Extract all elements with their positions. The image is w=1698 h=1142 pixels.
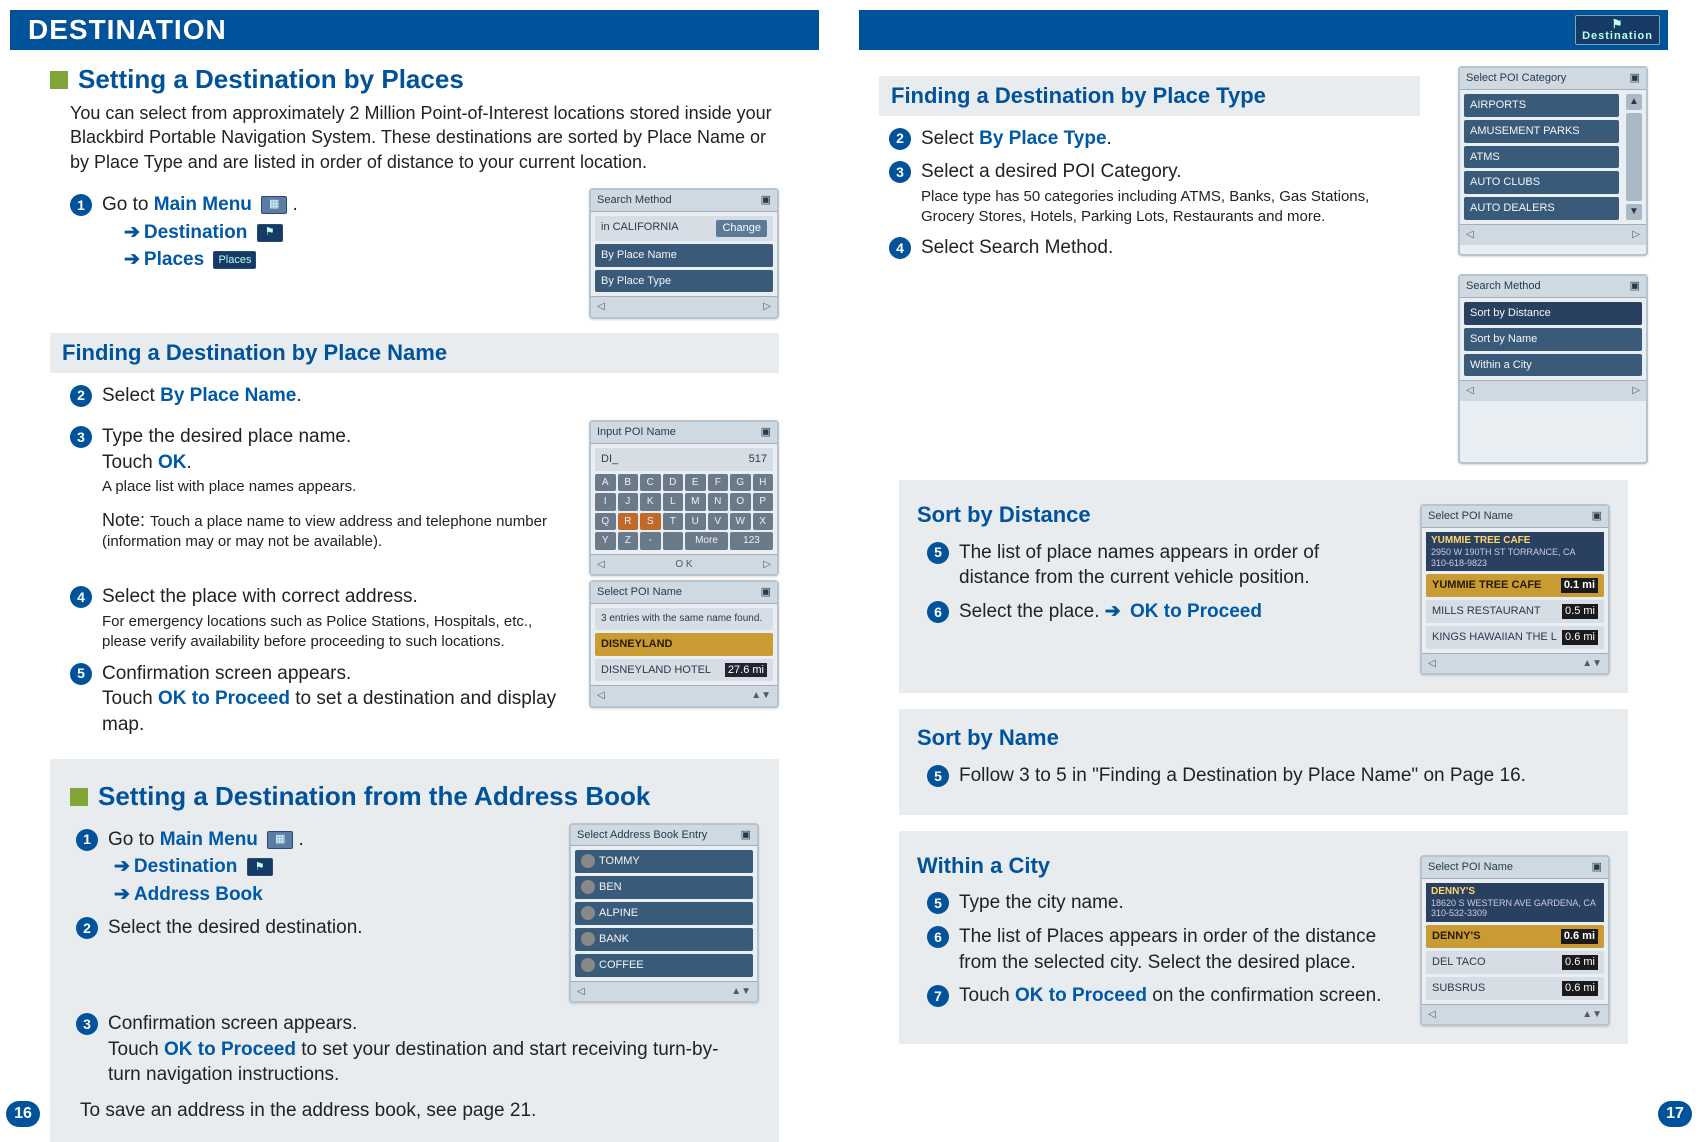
screenshot-poi-distance: Select POI Name▣ YUMMIE TREE CAFE 2950 W… — [1420, 504, 1610, 675]
step-bullet-2: 2 — [889, 128, 911, 150]
address-book-link: Address Book — [134, 884, 263, 905]
grid-icon: ▦ — [267, 831, 293, 849]
ab-step-bullet-1: 1 — [76, 829, 98, 851]
note-label: Note: — [102, 510, 150, 530]
destination-chip-icon: ⚑ — [247, 858, 273, 876]
page-left: DESTINATION Setting a Destination by Pla… — [10, 10, 819, 1131]
step-bullet-3: 3 — [889, 161, 911, 183]
step-bullet-4: 4 — [70, 586, 92, 608]
step5-line1: Confirmation screen appears. — [102, 661, 571, 687]
page-right: ⚑Destination Finding a Destination by Pl… — [859, 10, 1668, 1131]
subhead-place-name: Finding a Destination by Place Name — [50, 333, 779, 373]
ab-step-bullet-3: 3 — [76, 1013, 98, 1035]
step-bullet-1: 1 — [70, 194, 92, 216]
page-number-right: 17 — [1658, 1101, 1692, 1127]
destination-badge-icon: ⚑Destination — [1575, 15, 1660, 45]
places-chip-icon: Places — [213, 251, 256, 269]
ok-link: OK — [158, 452, 187, 473]
ab-step-bullet-2: 2 — [76, 917, 98, 939]
by-place-type-link: By Place Type — [979, 128, 1106, 149]
subhead-place-type: Finding a Destination by Place Type — [879, 76, 1420, 116]
screenshot-poi-category: Select POI Category▣ AIRPORTS AMUSEMENT … — [1458, 66, 1648, 256]
ab-footnote: To save an address in the address book, … — [80, 1098, 739, 1124]
places-link: Places — [144, 249, 204, 270]
step3-note: Touch a place name to view address and t… — [102, 513, 547, 550]
main-menu-link: Main Menu — [160, 829, 258, 850]
step-bullet-7: 7 — [927, 985, 949, 1007]
screenshot-select-poi: Select POI Name▣ 3 entries with the same… — [589, 580, 779, 708]
screenshot-poi-city: Select POI Name▣ DENNY'S 18620 S WESTERN… — [1420, 855, 1610, 1026]
section-marker-icon — [70, 788, 88, 806]
ab-step2: Select the desired destination. — [108, 915, 531, 941]
address-book-box: Setting a Destination from the Address B… — [50, 759, 779, 1141]
sort-by-distance-box: Sort by Distance 5 The list of place nam… — [899, 480, 1628, 693]
sort-by-name-box: Sort by Name 5 Follow 3 to 5 in "Finding… — [899, 709, 1628, 814]
ok-proceed-link: OK to Proceed — [1130, 601, 1262, 622]
ab-step3-l1: Confirmation screen appears. — [108, 1011, 739, 1037]
wc-step6: The list of Places appears in order of t… — [959, 924, 1382, 975]
r-step3-sub: Place type has 50 categories including A… — [921, 187, 1420, 228]
step-bullet-4: 4 — [889, 237, 911, 259]
by-place-name-link: By Place Name — [160, 385, 296, 406]
step-bullet-2: 2 — [70, 385, 92, 407]
step-bullet-5: 5 — [70, 663, 92, 685]
ok-proceed-link: OK to Proceed — [1015, 985, 1147, 1006]
arrow-icon: ➔ — [124, 222, 140, 243]
page-number-left: 16 — [6, 1101, 40, 1127]
destination-link: Destination — [144, 222, 247, 243]
destination-link: Destination — [134, 856, 237, 877]
step3-sub: A place list with place names appears. — [102, 477, 571, 497]
section-marker-icon — [50, 71, 68, 89]
sort-name-head: Sort by Name — [917, 723, 1610, 753]
within-city-head: Within a City — [917, 851, 1402, 881]
step-bullet-6: 6 — [927, 601, 949, 623]
within-city-box: Within a City 5 Type the city name. 6 Th… — [899, 831, 1628, 1044]
arrow-icon: ➔ — [124, 249, 140, 270]
keyboard: ABCDEFGH IJKLMNOP QRSTUVWX YZ-More123 — [595, 474, 773, 550]
step1-text: Go to Main Menu ▦ . — [102, 194, 298, 215]
step3-line1: Type the desired place name. — [102, 424, 571, 450]
grid-icon: ▦ — [261, 196, 287, 214]
sn-step5: Follow 3 to 5 in "Finding a Destination … — [959, 763, 1590, 789]
arrow-icon: ➔ — [1105, 601, 1121, 622]
right-header-bar: ⚑Destination — [859, 10, 1668, 50]
ok-proceed-link: OK to Proceed — [164, 1039, 296, 1060]
r-step3-l1: Select a desired POI Category. — [921, 159, 1420, 185]
step4-sub: For emergency locations such as Police S… — [102, 612, 571, 653]
step-bullet-3: 3 — [70, 426, 92, 448]
screenshot-input-poi: Input POI Name▣ DI_517 ABCDEFGH IJKLMNOP… — [589, 420, 779, 576]
main-menu-link: Main Menu — [154, 194, 252, 215]
screenshot-address-book: Select Address Book Entry▣ TOMMY BEN ALP… — [569, 823, 759, 1004]
destination-chip-icon: ⚑ — [257, 224, 283, 242]
wc-step5: Type the city name. — [959, 890, 1382, 916]
step-bullet-5: 5 — [927, 765, 949, 787]
sort-distance-head: Sort by Distance — [917, 500, 1402, 530]
step4-line1: Select the place with correct address. — [102, 584, 571, 610]
ok-proceed-link: OK to Proceed — [158, 688, 290, 709]
step-bullet-5: 5 — [927, 542, 949, 564]
screenshot-search-method: Search Method▣ in CALIFORNIAChange By Pl… — [589, 188, 779, 319]
intro-text: You can select from approximately 2 Mill… — [70, 101, 779, 174]
section-title-address-book: Setting a Destination from the Address B… — [98, 779, 650, 814]
screenshot-search-method-2: Search Method▣ Sort by Distance Sort by … — [1458, 274, 1648, 464]
step-bullet-6: 6 — [927, 926, 949, 948]
arrow-icon: ➔ — [114, 884, 130, 905]
destination-header: DESTINATION — [10, 10, 819, 50]
sd-step5: The list of place names appears in order… — [959, 540, 1382, 591]
section-title-places: Setting a Destination by Places — [78, 62, 464, 97]
r-step4: Select Search Method. — [921, 235, 1420, 261]
arrow-icon: ➔ — [114, 856, 130, 877]
step-bullet-5: 5 — [927, 892, 949, 914]
